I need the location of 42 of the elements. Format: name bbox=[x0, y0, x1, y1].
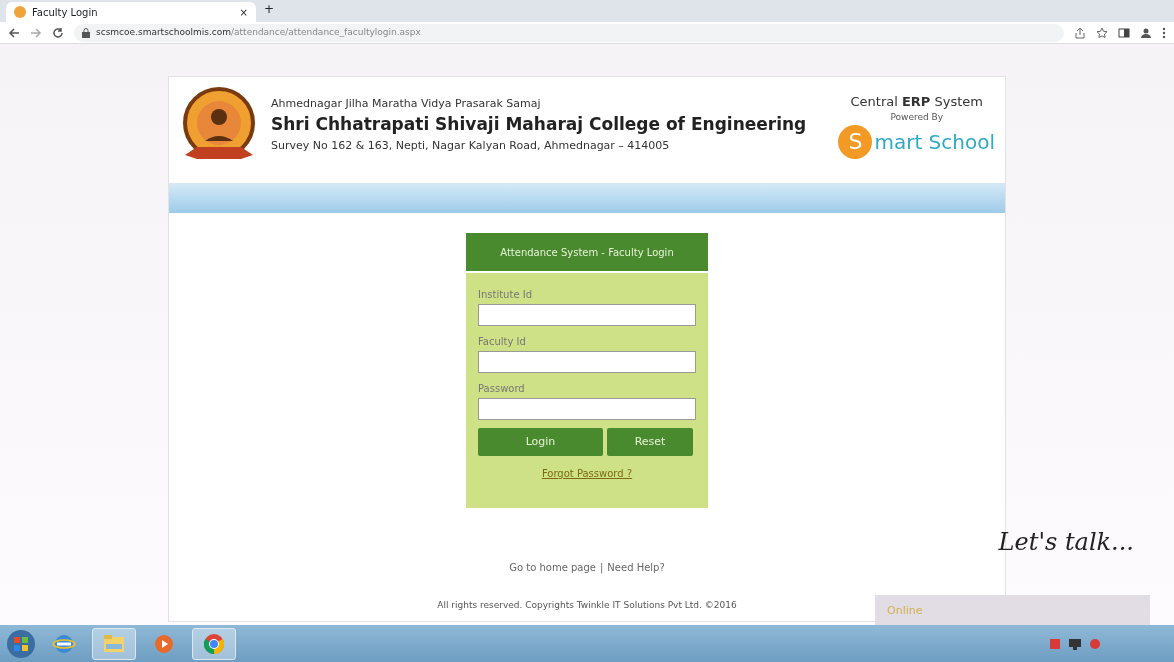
forward-icon[interactable] bbox=[30, 26, 42, 39]
field-label: Faculty Id bbox=[478, 335, 527, 349]
help-link[interactable]: Need Help? bbox=[607, 562, 665, 573]
reset-button[interactable]: Reset bbox=[607, 428, 693, 456]
monitor-icon[interactable] bbox=[1068, 636, 1082, 651]
brand-logo: S mart School bbox=[838, 124, 995, 159]
browser-tab[interactable]: Faculty Login × bbox=[6, 2, 256, 22]
new-tab-button[interactable]: + bbox=[264, 0, 275, 18]
chrome-icon bbox=[202, 631, 226, 656]
taskbar-button[interactable] bbox=[92, 627, 136, 660]
login-button[interactable]: Login bbox=[478, 428, 603, 456]
volume-icon[interactable] bbox=[1088, 636, 1102, 651]
sidebar-icon[interactable] bbox=[1118, 26, 1130, 39]
field-label: Institute Id bbox=[478, 288, 533, 302]
input-field[interactable] bbox=[478, 398, 696, 420]
login-title: Attendance System - Faculty Login bbox=[466, 233, 708, 271]
college-address: Survey No 162 & 163, Nepti, Nagar Kalyan Road, Ahmednagar – 414005 bbox=[271, 137, 671, 154]
field-label: Password bbox=[478, 382, 526, 396]
tab-title: Faculty Login bbox=[32, 5, 99, 20]
chat-heading: Let's talk... bbox=[998, 527, 1134, 558]
taskbar-button[interactable] bbox=[192, 627, 236, 660]
profile-icon[interactable] bbox=[1140, 26, 1152, 39]
reload-icon[interactable] bbox=[52, 26, 64, 39]
star-icon[interactable] bbox=[1096, 26, 1108, 39]
favicon-icon bbox=[14, 6, 26, 18]
copyright-text: All rights reserved. Copyrights Twinkle IT Solutions Pvt Ltd. ©2016 bbox=[437, 599, 737, 612]
input-field[interactable] bbox=[478, 304, 696, 326]
close-button[interactable]: × bbox=[239, 4, 248, 20]
lock-icon bbox=[82, 27, 90, 38]
home-page-link[interactable]: Go to home page bbox=[509, 562, 596, 573]
share-icon[interactable] bbox=[1074, 26, 1086, 39]
start-button-icon[interactable] bbox=[6, 628, 36, 659]
college-name: Shri Chhatrapati Shivaji Maharaj College of Engineering bbox=[271, 113, 808, 137]
forgot-password-link[interactable]: Forgot Password ? bbox=[541, 468, 633, 479]
input-field[interactable] bbox=[478, 351, 696, 373]
society-name: Ahmednagar Jilha Maratha Vidya Prasarak Samaj bbox=[271, 95, 542, 112]
back-icon[interactable] bbox=[8, 26, 20, 39]
menu-icon[interactable] bbox=[1162, 26, 1166, 39]
system-name: Central ERP System bbox=[850, 92, 983, 111]
link-separator: | bbox=[600, 562, 604, 573]
flag-icon[interactable] bbox=[1048, 636, 1062, 651]
powered-by-text: Powered By bbox=[890, 111, 944, 124]
